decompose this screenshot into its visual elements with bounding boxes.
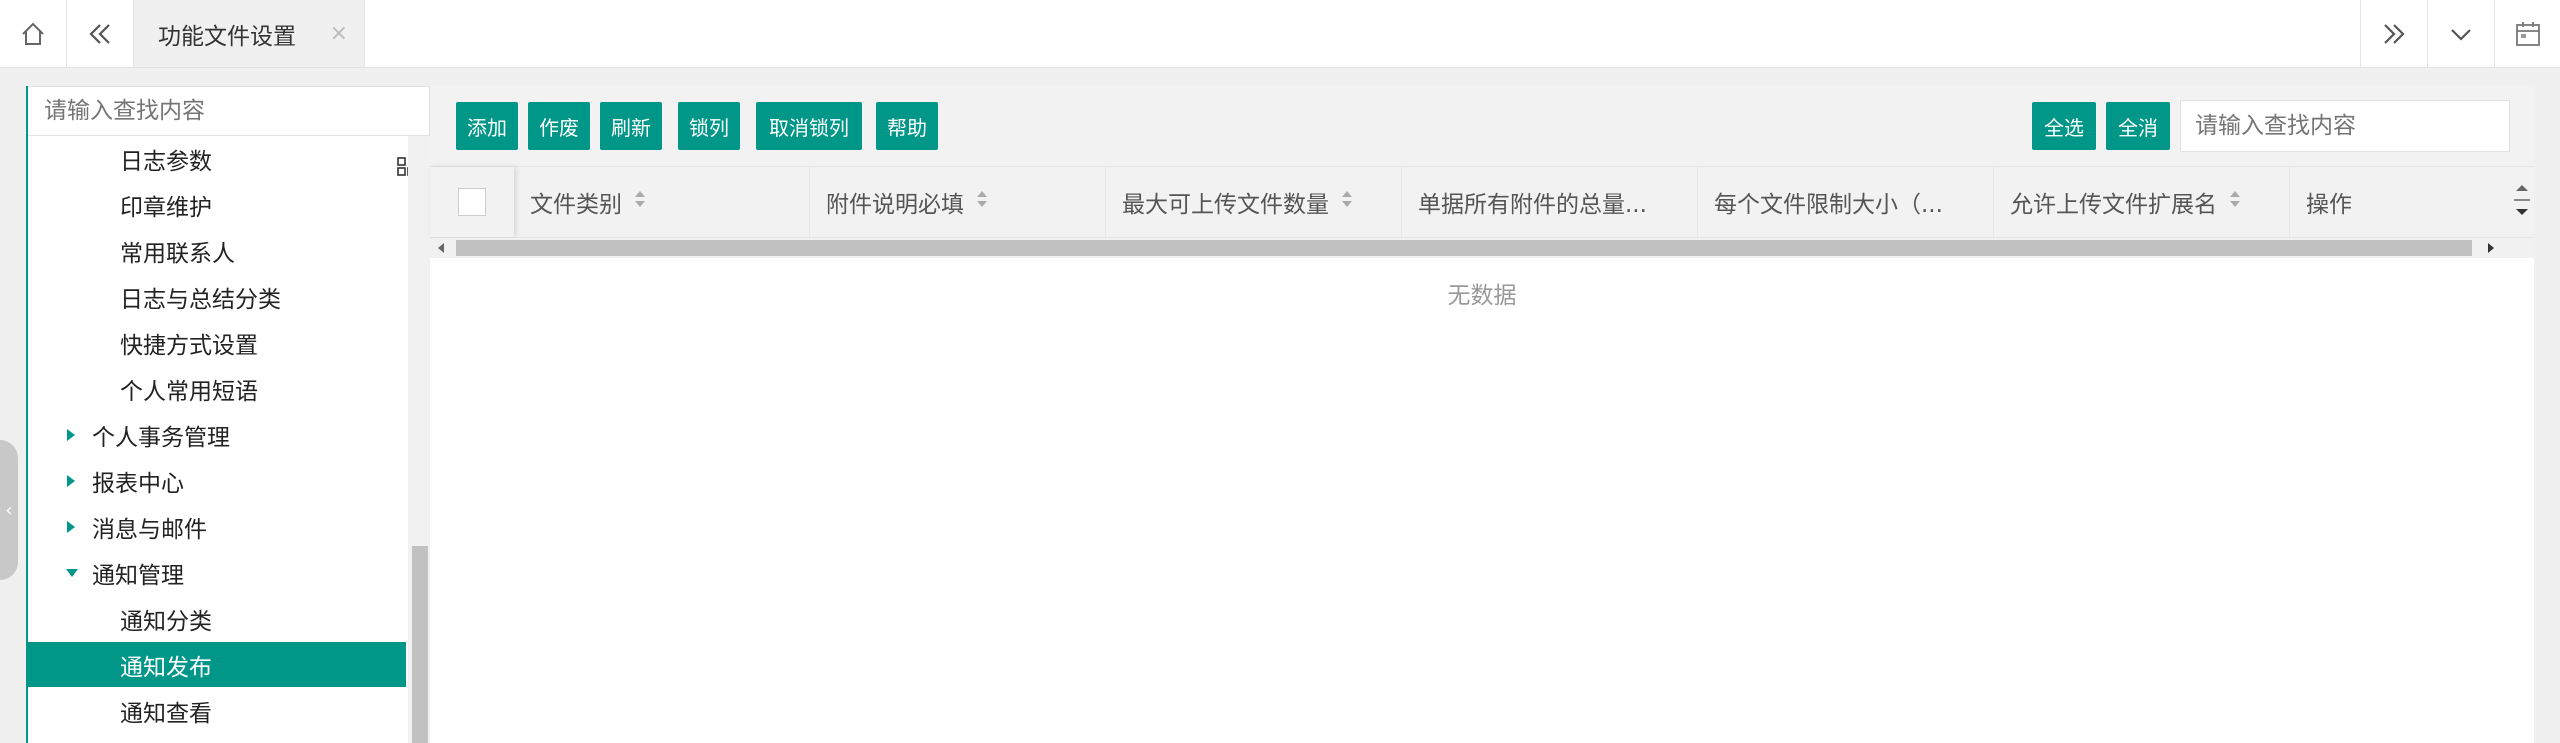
sidebar-search-input[interactable] bbox=[28, 86, 430, 136]
calendar-icon bbox=[2513, 19, 2543, 49]
home-button[interactable] bbox=[0, 0, 66, 67]
tree-item-label: 日志与总结分类 bbox=[120, 286, 281, 313]
scroll-tabs-left-button[interactable] bbox=[67, 0, 133, 67]
empty-state-text: 无数据 bbox=[1447, 283, 1517, 309]
column-file-size-limit[interactable]: 每个文件限制大小（... bbox=[1698, 167, 1994, 237]
column-label: 操作 bbox=[2306, 192, 2352, 218]
chevron-down-icon bbox=[2447, 20, 2475, 48]
deselect-all-button[interactable]: 全消 bbox=[2106, 102, 2170, 150]
tree-item-shortcut-settings[interactable]: 快捷方式设置 bbox=[28, 320, 406, 365]
column-label: 文件类别 bbox=[530, 192, 622, 218]
sort-icon[interactable] bbox=[634, 189, 646, 215]
column-allowed-extensions[interactable]: 允许上传文件扩展名 bbox=[1994, 167, 2290, 237]
tree-item-personal-affairs[interactable]: 个人事务管理 bbox=[28, 412, 406, 457]
column-label: 允许上传文件扩展名 bbox=[2010, 192, 2217, 218]
tab-function-file-settings[interactable]: 功能文件设置 × bbox=[134, 0, 364, 67]
tree-item-log-params[interactable]: 日志参数 bbox=[28, 136, 406, 181]
select-all-checkbox[interactable] bbox=[458, 188, 486, 216]
sidebar-scrollbar[interactable] bbox=[408, 136, 430, 743]
sidebar-collapse-handle[interactable]: ‹ bbox=[0, 440, 18, 580]
tree-item-common-contacts[interactable]: 常用联系人 bbox=[28, 228, 406, 273]
void-button[interactable]: 作废 bbox=[528, 102, 590, 150]
column-label: 每个文件限制大小（... bbox=[1714, 192, 1943, 218]
double-chevron-right-icon bbox=[2380, 20, 2408, 48]
tree-item-seal-maintenance[interactable]: 印章维护 bbox=[28, 182, 406, 227]
tree-item-label: 个人常用短语 bbox=[120, 378, 258, 405]
column-label: 单据所有附件的总量... bbox=[1418, 192, 1647, 218]
main-panel: 添加 作废 刷新 锁列 取消锁列 帮助 全选 全消 文件类别 附件说明必填 最大… bbox=[430, 86, 2534, 743]
tree-item-notice-view[interactable]: 通知查看 bbox=[28, 688, 406, 733]
tree-item-label: 通知发布 bbox=[120, 654, 212, 681]
tree-item-messages-mail[interactable]: 消息与邮件 bbox=[28, 504, 406, 549]
tree-item-label: 常用联系人 bbox=[120, 240, 235, 267]
tab-label: 功能文件设置 bbox=[158, 23, 296, 50]
select-all-button[interactable]: 全选 bbox=[2032, 102, 2096, 150]
column-total-attachment-size[interactable]: 单据所有附件的总量... bbox=[1402, 167, 1698, 237]
lock-column-button[interactable]: 锁列 bbox=[678, 102, 740, 150]
scroll-right-arrow-icon[interactable] bbox=[2486, 240, 2496, 260]
toolbar: 添加 作废 刷新 锁列 取消锁列 帮助 全选 全消 bbox=[430, 86, 2534, 166]
sidebar: 日志参数 印章维护 常用联系人 日志与总结分类 快捷方式设置 个人常用短语 个人… bbox=[26, 86, 430, 743]
column-actions: 操作 bbox=[2290, 167, 2510, 237]
tree-item-label: 个人事务管理 bbox=[92, 424, 230, 451]
sidebar-scrollbar-thumb[interactable] bbox=[412, 546, 428, 743]
column-file-category[interactable]: 文件类别 bbox=[514, 167, 810, 237]
add-button[interactable]: 添加 bbox=[456, 102, 518, 150]
tree-item-label: 通知分类 bbox=[120, 608, 212, 635]
refresh-button[interactable]: 刷新 bbox=[600, 102, 662, 150]
home-icon bbox=[19, 20, 47, 48]
tree-item-notice-management[interactable]: 通知管理 bbox=[28, 550, 406, 595]
tab-bar: 功能文件设置 × bbox=[0, 0, 2560, 68]
tree-item-label: 通知管理 bbox=[92, 562, 184, 589]
table-header: 文件类别 附件说明必填 最大可上传文件数量 单据所有附件的总量... 每个文件限… bbox=[430, 166, 2534, 238]
tree-item-label: 快捷方式设置 bbox=[120, 332, 258, 359]
tab-close-icon[interactable]: × bbox=[330, 21, 348, 46]
sort-icon[interactable] bbox=[1341, 189, 1353, 215]
tree-item-label: 日志参数 bbox=[120, 148, 212, 175]
tree-item-label: 消息与邮件 bbox=[92, 516, 207, 543]
double-chevron-left-icon bbox=[86, 20, 114, 48]
sort-icon[interactable] bbox=[976, 189, 988, 215]
sort-icon[interactable] bbox=[2229, 189, 2241, 215]
column-label: 附件说明必填 bbox=[826, 192, 964, 218]
unlock-column-button[interactable]: 取消锁列 bbox=[756, 102, 862, 150]
caret-right-icon[interactable] bbox=[66, 520, 92, 533]
scroll-tabs-right-button[interactable] bbox=[2361, 0, 2427, 67]
tree-item-personal-phrases[interactable]: 个人常用短语 bbox=[28, 366, 406, 411]
tree-item-report-center[interactable]: 报表中心 bbox=[28, 458, 406, 503]
tree-item-label: 通知查看 bbox=[120, 700, 212, 727]
tree-item-log-summary-category[interactable]: 日志与总结分类 bbox=[28, 274, 406, 319]
column-label: 最大可上传文件数量 bbox=[1122, 192, 1329, 218]
tree-item-notice-category[interactable]: 通知分类 bbox=[28, 596, 406, 641]
caret-down-icon[interactable] bbox=[66, 568, 92, 578]
tree-item-label: 印章维护 bbox=[120, 194, 212, 221]
scroll-left-arrow-icon[interactable] bbox=[436, 240, 446, 260]
tree-item-label: 报表中心 bbox=[92, 470, 184, 497]
help-button[interactable]: 帮助 bbox=[876, 102, 938, 150]
caret-right-icon[interactable] bbox=[66, 428, 92, 441]
select-all-checkbox-cell bbox=[430, 167, 514, 237]
table-search-input[interactable] bbox=[2180, 100, 2510, 152]
tab-menu-dropdown-button[interactable] bbox=[2428, 0, 2494, 67]
tree-item-notice-publish[interactable]: 通知发布 bbox=[28, 642, 406, 687]
header-vertical-scrollbar[interactable] bbox=[2510, 167, 2534, 237]
column-max-upload-count[interactable]: 最大可上传文件数量 bbox=[1106, 167, 1402, 237]
table-horizontal-scrollbar[interactable] bbox=[430, 238, 2534, 258]
calendar-button[interactable] bbox=[2495, 0, 2560, 67]
horizontal-scrollbar-thumb[interactable] bbox=[456, 240, 2472, 256]
caret-right-icon[interactable] bbox=[66, 474, 92, 487]
column-attachment-note-required[interactable]: 附件说明必填 bbox=[810, 167, 1106, 237]
